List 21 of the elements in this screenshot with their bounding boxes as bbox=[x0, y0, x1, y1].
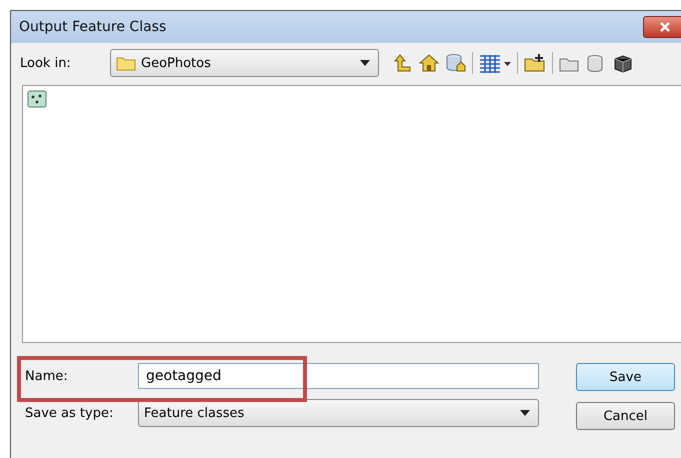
cancel-button[interactable]: Cancel bbox=[576, 402, 675, 430]
caret-icon bbox=[520, 410, 530, 416]
window-title: Output Feature Class bbox=[19, 19, 166, 35]
home-icon[interactable] bbox=[418, 53, 440, 73]
caret-icon bbox=[360, 60, 370, 66]
database-icon[interactable] bbox=[445, 53, 467, 73]
name-label: Name: bbox=[25, 368, 69, 384]
save-as-type-dropdown[interactable]: Feature classes bbox=[138, 399, 539, 427]
up-arrow-icon[interactable] bbox=[391, 53, 413, 73]
save-as-type-label: Save as type: bbox=[25, 406, 114, 420]
name-field[interactable]: geotagged bbox=[138, 363, 539, 389]
look-in-dropdown[interactable]: GeoPhotos bbox=[110, 49, 379, 77]
close-icon bbox=[658, 21, 672, 33]
folder-icon bbox=[116, 55, 136, 71]
new-folder-icon[interactable] bbox=[523, 53, 547, 73]
save-button[interactable]: Save bbox=[576, 363, 675, 391]
grid-view-icon[interactable] bbox=[478, 53, 512, 73]
point-feature-class-icon[interactable] bbox=[27, 90, 47, 108]
look-in-label: Look in: bbox=[20, 56, 72, 70]
close-button[interactable] bbox=[643, 16, 681, 38]
toolbox-icon[interactable] bbox=[612, 53, 634, 73]
